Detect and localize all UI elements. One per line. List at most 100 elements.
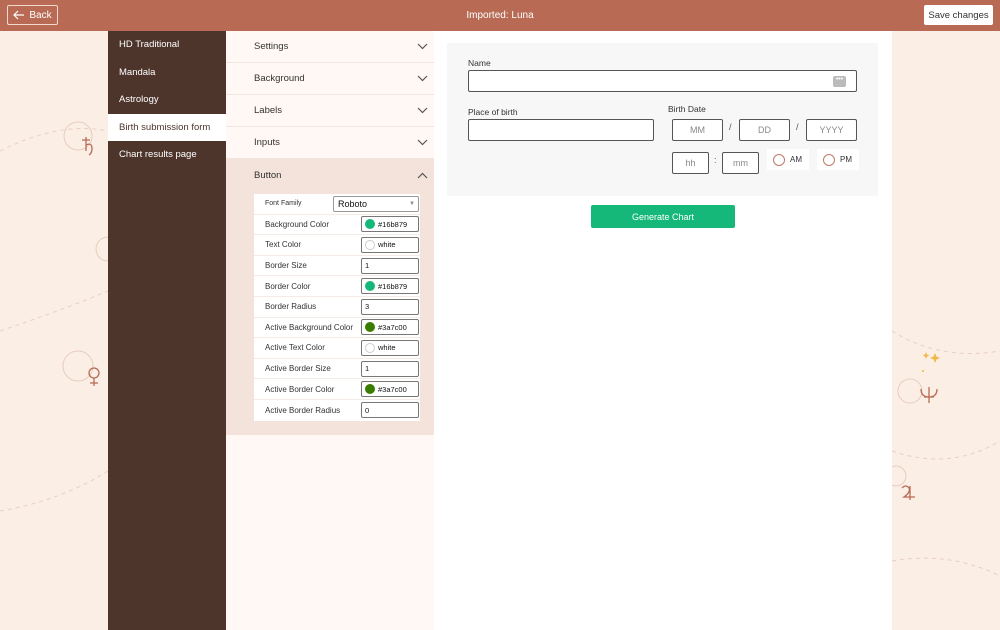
save-changes-button[interactable]: Save changes (924, 5, 993, 25)
active-text-color-input[interactable]: white (361, 339, 419, 356)
am-radio[interactable] (773, 153, 785, 166)
color-value: white (378, 343, 396, 353)
settings-panel: Settings Background Labels Inputs Button… (226, 31, 434, 630)
sparkle-icon (930, 353, 940, 363)
font-family-value: Roboto (338, 198, 368, 209)
color-value: white (378, 240, 396, 250)
border-size-input[interactable]: 1 (361, 257, 419, 274)
prop-row-active-border-radius: Active Border Radius 0 (254, 400, 420, 421)
date-separator: / (729, 122, 732, 132)
color-swatch[interactable] (365, 281, 375, 292)
prop-label: Border Radius (265, 302, 317, 312)
date-separator: / (796, 122, 799, 132)
color-value: #16b879 (378, 219, 408, 229)
text-color-input[interactable]: white (361, 236, 419, 253)
day-input[interactable]: DD (739, 119, 790, 141)
page-title: Imported: Luna (466, 10, 534, 21)
prop-row-border-size: Border Size 1 (254, 256, 420, 277)
color-value: #3a7c00 (378, 384, 407, 394)
nav-item-birth-submission-form[interactable]: Birth submission form (108, 113, 226, 141)
minute-input[interactable]: mm (722, 152, 759, 174)
border-color-input[interactable]: #16b879 (361, 278, 419, 295)
am-label: AM (790, 155, 802, 164)
button-properties-table: Font Family Roboto ▼ Background Color #1… (254, 194, 420, 421)
birth-date-label: Birth Date (668, 104, 706, 114)
pm-option[interactable]: PM (817, 149, 859, 170)
prop-row-active-background-color: Active Background Color #3a7c00 (254, 318, 420, 339)
autofill-icon[interactable]: ••• (833, 76, 846, 87)
prop-row-background-color: Background Color #16b879 (254, 215, 420, 236)
button-properties-panel: Font Family Roboto ▼ Background Color #1… (226, 191, 434, 435)
top-bar: Back Imported: Luna Save changes (0, 0, 1000, 31)
prop-label: Active Background Color (265, 322, 354, 332)
place-of-birth-input[interactable] (468, 119, 654, 141)
nav-item-chart-results-page[interactable]: Chart results page (108, 141, 226, 169)
font-family-select[interactable]: Roboto ▼ (333, 195, 419, 212)
chevron-down-icon (417, 107, 428, 114)
prop-row-border-color: Border Color #16b879 (254, 276, 420, 297)
hour-input[interactable]: hh (672, 152, 709, 174)
prop-label: Active Text Color (265, 343, 325, 353)
accordion-label: Labels (254, 105, 282, 116)
prop-row-active-text-color: Active Text Color white (254, 338, 420, 359)
chevron-down-icon (417, 139, 428, 146)
accordion-background[interactable]: Background (226, 63, 434, 95)
accordion-label: Inputs (254, 137, 280, 148)
accordion-label: Background (254, 73, 305, 84)
jupiter-symbol-icon (901, 485, 915, 500)
nav-item-mandala[interactable]: Mandala (108, 59, 226, 87)
chevron-down-icon (417, 75, 428, 82)
month-input[interactable]: MM (672, 119, 723, 141)
chevron-down-icon (417, 43, 428, 50)
nav-item-hd-traditional[interactable]: HD Traditional (108, 31, 226, 59)
prop-row-text-color: Text Color white (254, 235, 420, 256)
name-label: Name (468, 58, 491, 68)
accordion-label: Button (254, 169, 282, 181)
color-value: #16b879 (378, 281, 408, 291)
accordion-button[interactable]: Button (226, 159, 434, 191)
accordion-settings[interactable]: Settings (226, 31, 434, 63)
accordion-labels[interactable]: Labels (226, 95, 434, 127)
prop-label: Background Color (265, 219, 330, 229)
name-input[interactable]: ••• (468, 70, 857, 92)
color-value: #3a7c00 (378, 322, 407, 332)
active-background-color-input[interactable]: #3a7c00 (361, 319, 419, 336)
prop-row-border-radius: Border Radius 3 (254, 297, 420, 318)
generate-chart-button[interactable]: Generate Chart (591, 205, 735, 228)
background-color-input[interactable]: #16b879 (361, 216, 419, 233)
color-swatch[interactable] (365, 239, 375, 250)
prop-row-active-border-size: Active Border Size 1 (254, 359, 420, 380)
color-swatch[interactable] (365, 219, 375, 230)
color-swatch[interactable] (365, 342, 375, 353)
neptune-symbol-icon (920, 387, 938, 403)
active-border-radius-input[interactable]: 0 (361, 402, 419, 419)
color-swatch[interactable] (365, 322, 375, 333)
active-border-color-input[interactable]: #3a7c00 (361, 381, 419, 398)
birth-form-card: Name ••• Place of birth Birth Date MM / … (447, 43, 878, 196)
prop-row-font-family: Font Family Roboto ▼ (254, 194, 420, 215)
venus-symbol-icon (88, 367, 100, 386)
prop-row-active-border-color: Active Border Color #3a7c00 (254, 379, 420, 400)
year-input[interactable]: YYYY (806, 119, 857, 141)
active-border-size-input[interactable]: 1 (361, 360, 419, 377)
pm-radio[interactable] (823, 153, 835, 166)
nav-item-astrology[interactable]: Astrology (108, 86, 226, 114)
prop-label: Font Family (265, 200, 302, 208)
chevron-up-icon (417, 172, 428, 178)
color-swatch[interactable] (365, 384, 375, 395)
place-of-birth-label: Place of birth (468, 107, 518, 117)
accordion-label: Settings (254, 41, 289, 52)
prop-label: Text Color (265, 240, 302, 250)
left-navigation: HD Traditional Mandala Astrology Birth s… (108, 31, 226, 630)
prop-label: Active Border Color (265, 384, 335, 394)
saturn-symbol-icon (82, 137, 93, 156)
prop-label: Active Border Radius (265, 405, 341, 415)
am-option[interactable]: AM (767, 149, 809, 170)
border-radius-input[interactable]: 3 (361, 298, 419, 315)
accordion-inputs[interactable]: Inputs (226, 127, 434, 159)
prop-label: Border Size (265, 261, 307, 271)
form-preview: Name ••• Place of birth Birth Date MM / … (434, 31, 892, 630)
pm-label: PM (840, 155, 852, 164)
caret-down-icon: ▼ (409, 200, 415, 207)
prop-label: Active Border Size (265, 364, 331, 374)
